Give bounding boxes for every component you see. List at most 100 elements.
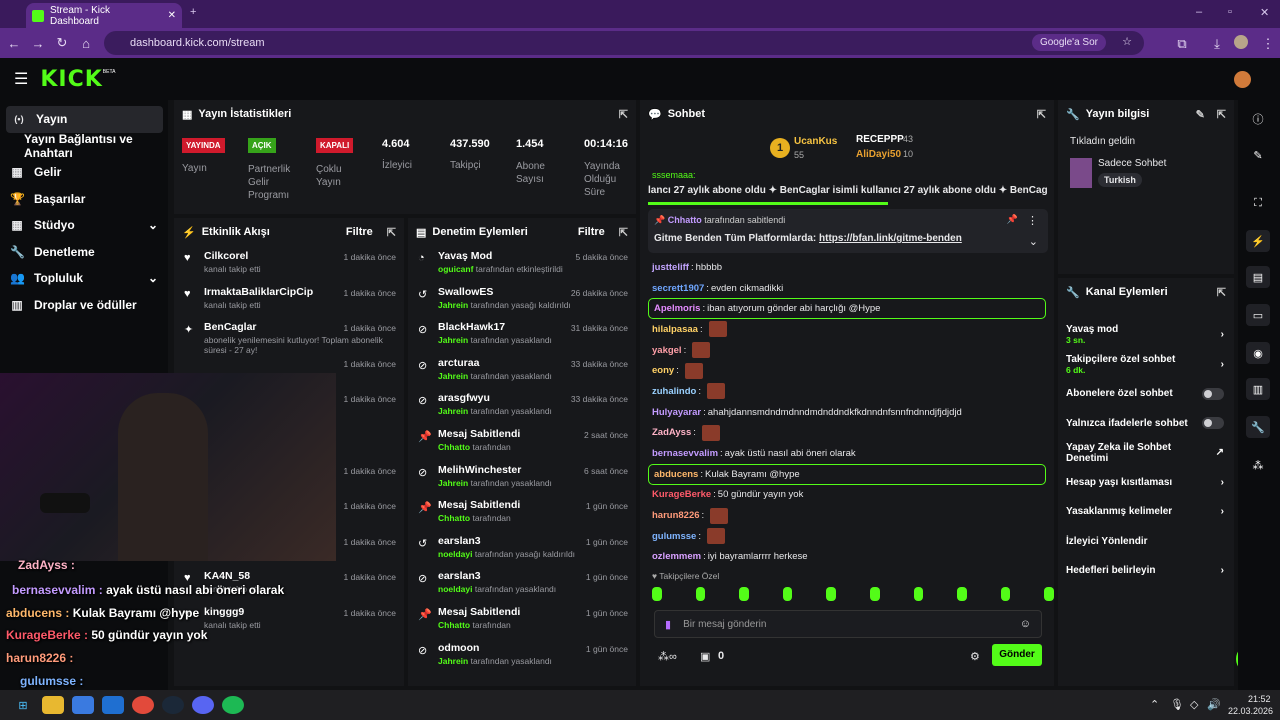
chat-message[interactable]: bernasevvalim: ayak üstü nasıl abi öneri …	[640, 443, 1054, 464]
channel-action-row[interactable]: Abonelere özel sohbet	[1058, 379, 1234, 409]
activity-row[interactable]: ✦ BenCaglar abonelik yenilemesini kutluyor…	[174, 317, 404, 355]
kick-logo[interactable]: KICK	[40, 67, 102, 92]
gift-icon[interactable]: ▣	[700, 650, 710, 663]
chat-message[interactable]: harun8226:	[640, 505, 1054, 526]
wrench-icon[interactable]: 🔧	[1246, 416, 1270, 438]
moderation-row[interactable]: 📌 Mesaj Sabitlendi Chhatto tarafından 1 gün…	[408, 495, 636, 531]
network-icon[interactable]: ◇	[1190, 698, 1198, 711]
channel-action-row[interactable]: Hesap yaşı kısıtlaması ›	[1058, 468, 1234, 498]
channel-action-row[interactable]: Yalnızca ifadelerle sohbet	[1058, 409, 1234, 439]
back-icon[interactable]: ←	[2, 36, 26, 51]
chat-message[interactable]: justteliff: hbbbb	[640, 257, 1054, 278]
chat-settings-icon[interactable]: ⚙	[970, 650, 980, 663]
chat-username[interactable]: abducens	[654, 469, 698, 480]
fullscreen-icon[interactable]: ⛶	[1246, 192, 1270, 214]
chat-message[interactable]: Apelmoris: iban atıyorum gönder abi harçl…	[648, 298, 1046, 320]
chat-message[interactable]: ZadAyss:	[640, 423, 1054, 444]
nav-item-basarilar[interactable]: 🏆 Başarılar	[0, 186, 168, 213]
window-restore-icon[interactable]: ▫	[1228, 6, 1232, 18]
drops-icon[interactable]: ⁂	[1246, 454, 1270, 476]
channel-action-row[interactable]: Hedefleri belirleyin ›	[1058, 556, 1234, 586]
moderation-row[interactable]: ⊘ earslan3 noeldayi tarafından yasaklandı 1…	[408, 566, 636, 602]
language-tag[interactable]: Turkish	[1098, 173, 1142, 187]
activity-row[interactable]: ♥ IrmaktaBaliklarCipCip kanalı takip etti 1…	[174, 282, 404, 318]
bookmark-star-icon[interactable]: ☆	[1122, 35, 1132, 48]
filter-button[interactable]: Filtre	[578, 226, 605, 238]
chat-message[interactable]: KurageBerke:50 gündür yayın yok	[640, 485, 1054, 506]
activity-row[interactable]: ♥ Cilkcorel kanalı takip etti 1 dakika önce	[174, 246, 404, 282]
expand-chevron-icon[interactable]: ⌄	[1029, 235, 1038, 248]
reload-icon[interactable]: ↻	[50, 35, 74, 51]
windows-start-icon[interactable]: ⊞	[12, 696, 34, 714]
download-icon[interactable]: ⤓	[1205, 36, 1229, 52]
popout-icon[interactable]: ⇱	[619, 226, 628, 239]
chat-username[interactable]: gulumsse	[652, 531, 696, 542]
window-minimize-icon[interactable]: –	[1196, 6, 1202, 18]
chat-username[interactable]: justteliff	[652, 262, 689, 273]
pinned-link[interactable]: https://bfan.link/gitme-benden	[819, 233, 962, 244]
clipboard-icon[interactable]: ▤	[1246, 266, 1270, 288]
chat-message[interactable]: ozlemmem: iyi bayramlarrrr herkese	[640, 547, 1054, 568]
chat-message[interactable]: eony:	[640, 360, 1054, 381]
hamburger-menu-icon[interactable]: ☰	[14, 69, 28, 89]
clock-time[interactable]: 21:52	[1248, 694, 1271, 704]
moderation-row[interactable]: ⊘ MelihWinchester Jahrein tarafından yasak…	[408, 460, 636, 496]
tray-chevron-icon[interactable]: ⌃	[1150, 698, 1159, 711]
chat-username[interactable]: Apelmoris	[654, 303, 700, 314]
moderation-row[interactable]: ⊘ arasgfwyu Jahrein tarafından yasaklandı 3…	[408, 388, 636, 424]
chrome-icon[interactable]	[132, 696, 154, 714]
chat-username[interactable]: harun8226	[652, 510, 700, 521]
toggle-switch[interactable]	[1202, 417, 1224, 430]
emoji-icon[interactable]: ☺	[1020, 618, 1031, 630]
chat-username[interactable]: secrett1907	[652, 283, 704, 294]
moderation-row[interactable]: ⊘ BlackHawk17 Jahrein tarafından yasakland…	[408, 317, 636, 353]
volume-icon[interactable]: 🔊	[1207, 698, 1221, 711]
chat-message[interactable]: gulumsse:	[640, 526, 1054, 547]
lightning-icon[interactable]: ⚡	[1246, 230, 1270, 252]
channel-action-row[interactable]: Yapay Zeka ile Sohbet Denetimi ↗	[1058, 438, 1234, 468]
clock-date[interactable]: 22.03.2026	[1228, 706, 1273, 716]
google-ask-button[interactable]: Google'a Sor	[1031, 34, 1106, 51]
popout-icon[interactable]: ⇱	[619, 108, 628, 121]
window-close-icon[interactable]: ✕	[1260, 6, 1269, 19]
nav-item-studyo[interactable]: ▦ Stüdyo ⌄	[0, 212, 168, 239]
popout-icon[interactable]: ⇱	[1217, 286, 1226, 299]
nav-item-stream-key[interactable]: Yayın Bağlantısı ve Anahtarı	[0, 132, 168, 160]
moderation-row[interactable]: ⊘ odmoon Jahrein tarafından yasaklandı 1 gü…	[408, 638, 636, 674]
new-tab-icon[interactable]: +	[190, 6, 196, 18]
store-icon[interactable]	[72, 696, 94, 714]
chat-message[interactable]: Hulyayarar: ahahjdannsmdndmdnndmdnddndkfk…	[640, 402, 1054, 423]
send-button[interactable]: Gönder	[992, 644, 1042, 667]
nav-item-droplar[interactable]: ▥ Droplar ve ödüller	[0, 292, 168, 319]
channel-action-row[interactable]: İzleyici Yönlendir	[1058, 527, 1234, 557]
menu-dots-icon[interactable]: ⋮	[1256, 36, 1280, 52]
forward-icon[interactable]: →	[26, 36, 50, 51]
moderation-row[interactable]: ↺ earslan3 noeldayi tarafından yasağı kald…	[408, 531, 636, 567]
chat-bubble-icon[interactable]: ▭	[1246, 304, 1270, 326]
chat-message[interactable]: yakgel:	[640, 340, 1054, 361]
chat-username[interactable]: ZadAyss	[652, 427, 691, 438]
popout-icon[interactable]: ⇱	[1037, 108, 1046, 121]
moderation-row[interactable]: ↺ SwallowES Jahrein tarafından yasağı kald…	[408, 282, 636, 318]
channel-action-row[interactable]: Yavaş mod 3 sn. ›	[1058, 320, 1234, 350]
file-explorer-icon[interactable]	[42, 696, 64, 714]
popout-icon[interactable]: ⇱	[1217, 108, 1226, 121]
moderation-row[interactable]: 📌 Mesaj Sabitlendi Chhatto tarafından 2 saa…	[408, 424, 636, 460]
emote-bar[interactable]	[640, 584, 1054, 604]
spotify-icon[interactable]	[222, 696, 244, 714]
moderation-row[interactable]: ◔ Yavaş Mod oguicanf tarafından etkinleşti…	[408, 246, 636, 282]
nav-item-gelir[interactable]: ▦ Gelir	[0, 159, 168, 186]
chat-username[interactable]: eony	[652, 365, 674, 376]
channel-action-row[interactable]: Takipçilere özel sohbet 6 dk. ›	[1058, 350, 1234, 380]
profile-avatar[interactable]	[1234, 35, 1248, 49]
chat-message[interactable]: secrett1907: evden cikmadikki	[640, 278, 1054, 299]
close-tab-icon[interactable]: ✕	[168, 10, 176, 21]
chat-username[interactable]: bernasevvalim	[652, 448, 718, 459]
edit-icon[interactable]: ✎	[1246, 144, 1270, 166]
browser-tab[interactable]: Stream - Kick Dashboard ✕	[26, 3, 182, 28]
nav-item-topluluk[interactable]: 👥 Topluluk ⌄	[0, 265, 168, 292]
mic-tray-icon[interactable]: 🎙	[1170, 698, 1184, 711]
extension-icon[interactable]: ⧉	[1170, 36, 1194, 52]
moderation-row[interactable]: ⊘ arcturaa Jahrein tarafından yasaklandı 33…	[408, 353, 636, 389]
discord-icon[interactable]	[192, 696, 214, 714]
